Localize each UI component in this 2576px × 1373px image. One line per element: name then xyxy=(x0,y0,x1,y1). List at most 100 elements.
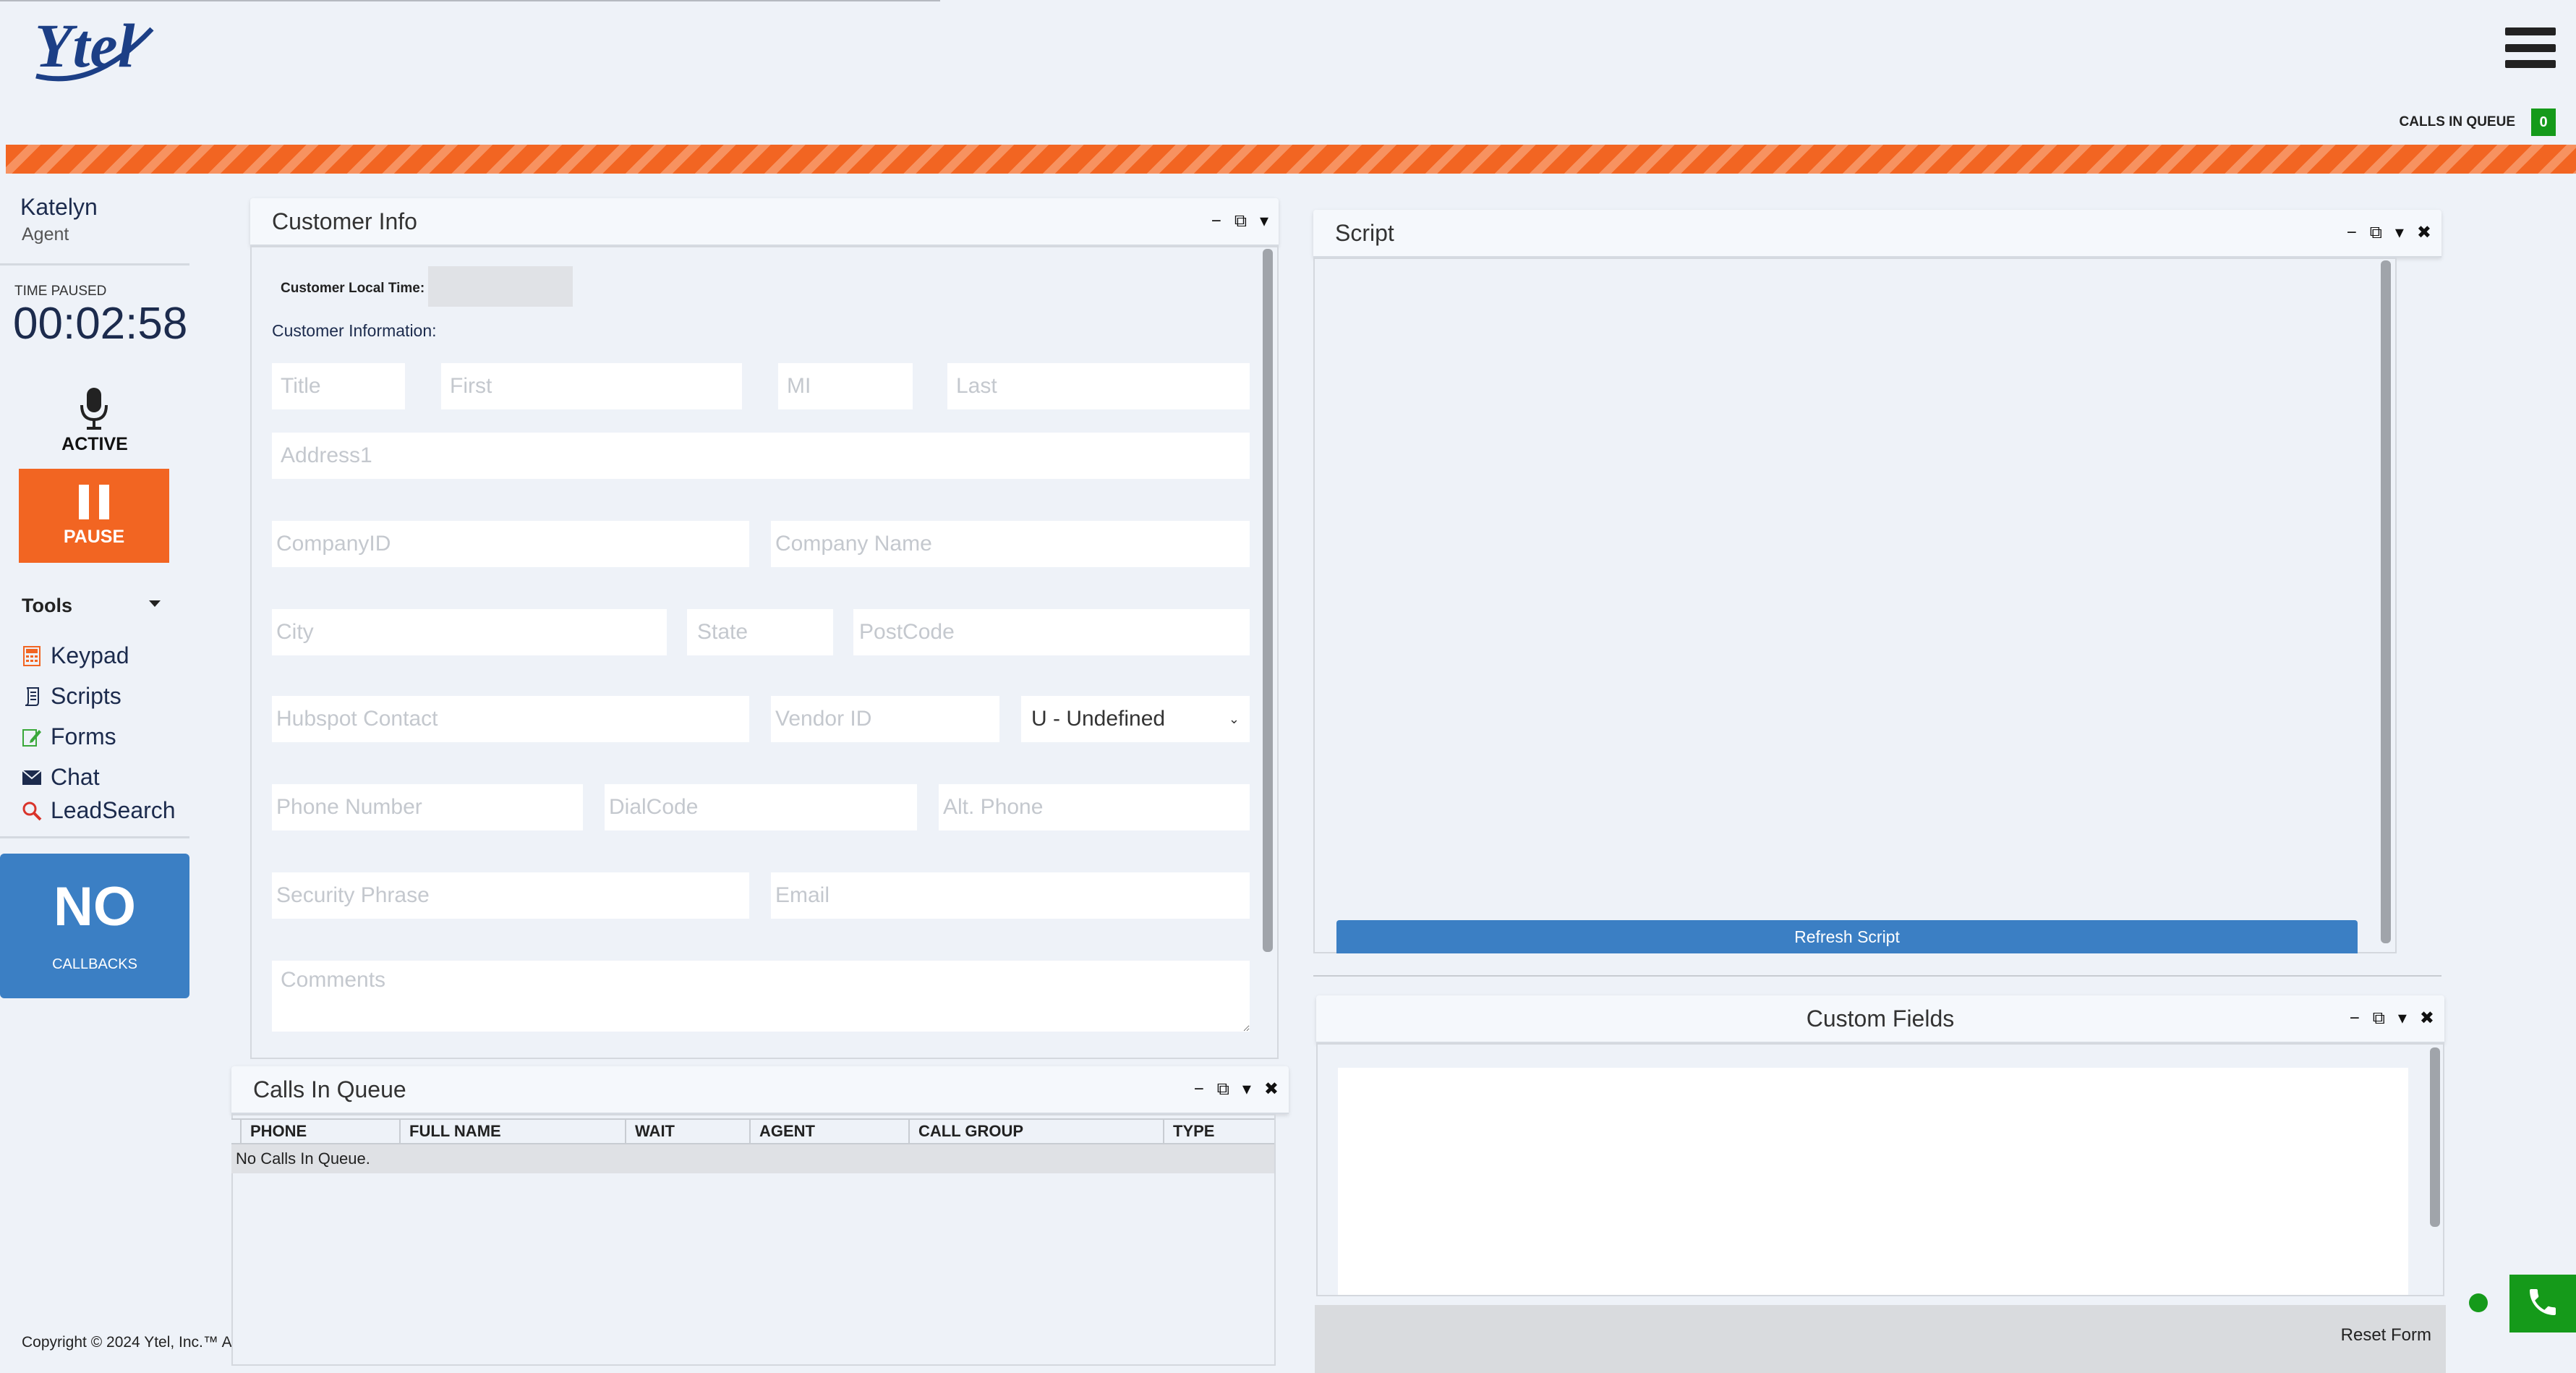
popout-icon[interactable]: ⧉ xyxy=(1234,213,1247,230)
panel-divider xyxy=(1313,975,2441,977)
minimize-icon[interactable]: − xyxy=(1211,213,1221,230)
customer-info-title: Customer Info xyxy=(272,208,417,234)
pause-button[interactable]: PAUSE xyxy=(19,469,169,563)
vendor-id-field[interactable] xyxy=(771,696,999,742)
custom-fields-scrollbar[interactable] xyxy=(2430,1047,2440,1227)
callbacks-label: CALLBACKS xyxy=(52,956,137,972)
calls-queue-table: PHONE FULL NAME WAIT AGENT CALL GROUP TY… xyxy=(231,1118,1274,1173)
tool-scripts-label: Scripts xyxy=(51,683,121,709)
copyright-text: Copyright © 2024 Ytel, Inc.™ A xyxy=(22,1334,231,1351)
agent-role: Agent xyxy=(22,224,69,245)
address1-field[interactable] xyxy=(272,433,1250,479)
callbacks-button[interactable]: NO CALLBACKS xyxy=(0,854,189,998)
calls-queue-header[interactable]: Calls In Queue − ⧉ ▾ ✖ xyxy=(231,1066,1289,1114)
alt-phone-field[interactable] xyxy=(939,784,1250,830)
calls-queue-table-header: PHONE FULL NAME WAIT AGENT CALL GROUP TY… xyxy=(231,1118,1274,1144)
company-name-field[interactable] xyxy=(771,521,1250,567)
main-menu-button[interactable] xyxy=(2505,27,2556,68)
pause-button-label: PAUSE xyxy=(63,526,125,547)
tool-forms[interactable]: Forms xyxy=(22,723,116,750)
tool-chat-label: Chat xyxy=(51,764,100,790)
microphone-icon[interactable] xyxy=(78,386,110,431)
script-header[interactable]: Script − ⧉ ▾ ✖ xyxy=(1313,210,2441,258)
panel-menu-icon[interactable]: ▾ xyxy=(1260,213,1268,230)
popout-icon[interactable]: ⧉ xyxy=(2373,1010,2385,1027)
customer-local-time-value xyxy=(428,266,573,307)
table-row-empty: No Calls In Queue. xyxy=(231,1144,1274,1173)
customer-info-header[interactable]: Customer Info − ⧉ ▾ xyxy=(250,198,1279,246)
state-field[interactable] xyxy=(687,609,833,655)
gender-select[interactable]: U - Undefined ⌄ xyxy=(1021,696,1250,742)
script-scrollbar[interactable] xyxy=(2381,260,2391,943)
reset-form-button[interactable]: Reset Form xyxy=(2341,1325,2431,1346)
minimize-icon[interactable]: − xyxy=(2347,224,2357,242)
script-body xyxy=(1313,258,2397,953)
customer-info-scrollbar[interactable] xyxy=(1263,249,1273,952)
last-name-field[interactable] xyxy=(947,363,1250,409)
email-field[interactable] xyxy=(771,872,1250,919)
postcode-field[interactable] xyxy=(853,609,1250,655)
comments-field[interactable] xyxy=(272,961,1250,1032)
customer-local-time-label: Customer Local Time: xyxy=(281,281,425,296)
popout-icon[interactable]: ⧉ xyxy=(2370,224,2382,242)
tool-scripts[interactable]: Scripts xyxy=(22,683,121,710)
close-icon[interactable]: ✖ xyxy=(1264,1081,1279,1098)
title-field[interactable] xyxy=(272,363,405,409)
scroll-icon xyxy=(22,686,42,707)
hamburger-line xyxy=(2505,27,2556,35)
panel-menu-icon[interactable]: ▾ xyxy=(2398,1010,2407,1027)
column-header[interactable]: FULL NAME xyxy=(399,1120,625,1143)
tool-keypad-label: Keypad xyxy=(51,642,129,668)
callbacks-count: NO xyxy=(54,875,136,938)
tool-keypad[interactable]: Keypad xyxy=(22,642,129,669)
custom-fields-title: Custom Fields xyxy=(1806,1005,1955,1032)
hamburger-line xyxy=(2505,43,2556,52)
city-field[interactable] xyxy=(272,609,667,655)
hamburger-line xyxy=(2505,60,2556,68)
panel-menu-icon[interactable]: ▾ xyxy=(2395,224,2404,242)
minimize-icon[interactable]: − xyxy=(1194,1081,1204,1098)
column-header[interactable]: AGENT xyxy=(749,1120,908,1143)
calls-queue-title: Calls In Queue xyxy=(253,1076,406,1102)
sidebar-divider xyxy=(0,263,189,265)
tools-heading: Tools xyxy=(22,595,72,616)
security-phrase-field[interactable] xyxy=(272,872,749,919)
envelope-icon xyxy=(22,768,42,788)
panel-menu-icon[interactable]: ▾ xyxy=(1242,1081,1251,1098)
calculator-icon xyxy=(22,645,42,666)
refresh-script-button[interactable]: Refresh Script xyxy=(1336,920,2358,953)
close-icon[interactable]: ✖ xyxy=(2417,224,2431,242)
column-header[interactable]: TYPE xyxy=(1163,1120,1274,1143)
custom-fields-header[interactable]: Custom Fields − ⧉ ▾ ✖ xyxy=(1316,995,2444,1043)
time-paused-value: 00:02:58 xyxy=(13,299,188,349)
middle-initial-field[interactable] xyxy=(778,363,913,409)
custom-fields-content xyxy=(1338,1068,2408,1295)
search-icon xyxy=(22,801,42,821)
calls-in-queue-count[interactable]: 0 xyxy=(2531,109,2556,136)
mic-status-label: ACTIVE xyxy=(61,434,128,454)
column-header[interactable]: WAIT xyxy=(625,1120,749,1143)
form-icon xyxy=(22,727,42,747)
column-header[interactable]: PHONE xyxy=(240,1120,399,1143)
calls-in-queue-label: CALLS IN QUEUE xyxy=(2399,114,2515,129)
phone-dial-button[interactable] xyxy=(2509,1275,2576,1332)
dialcode-field[interactable] xyxy=(605,784,917,830)
tool-chat[interactable]: Chat xyxy=(22,764,100,791)
popout-icon[interactable]: ⧉ xyxy=(1217,1081,1229,1098)
sidebar-divider xyxy=(0,836,189,838)
minimize-icon[interactable]: − xyxy=(2350,1010,2360,1027)
connection-status-dot xyxy=(2469,1293,2488,1312)
chevron-down-icon: ⌄ xyxy=(1228,711,1240,726)
company-id-field[interactable] xyxy=(272,521,749,567)
top-border xyxy=(0,0,940,1)
first-name-field[interactable] xyxy=(441,363,742,409)
close-icon[interactable]: ✖ xyxy=(2420,1010,2434,1027)
tools-dropdown-caret[interactable] xyxy=(149,600,161,607)
hubspot-contact-field[interactable] xyxy=(272,696,749,742)
column-header[interactable]: CALL GROUP xyxy=(908,1120,1163,1143)
tool-leadsearch[interactable]: LeadSearch xyxy=(22,797,176,824)
customer-information-label: Customer Information: xyxy=(272,321,437,340)
status-stripe-bar xyxy=(6,145,2576,174)
phone-number-field[interactable] xyxy=(272,784,583,830)
svg-text:Ytel: Ytel xyxy=(35,11,135,80)
